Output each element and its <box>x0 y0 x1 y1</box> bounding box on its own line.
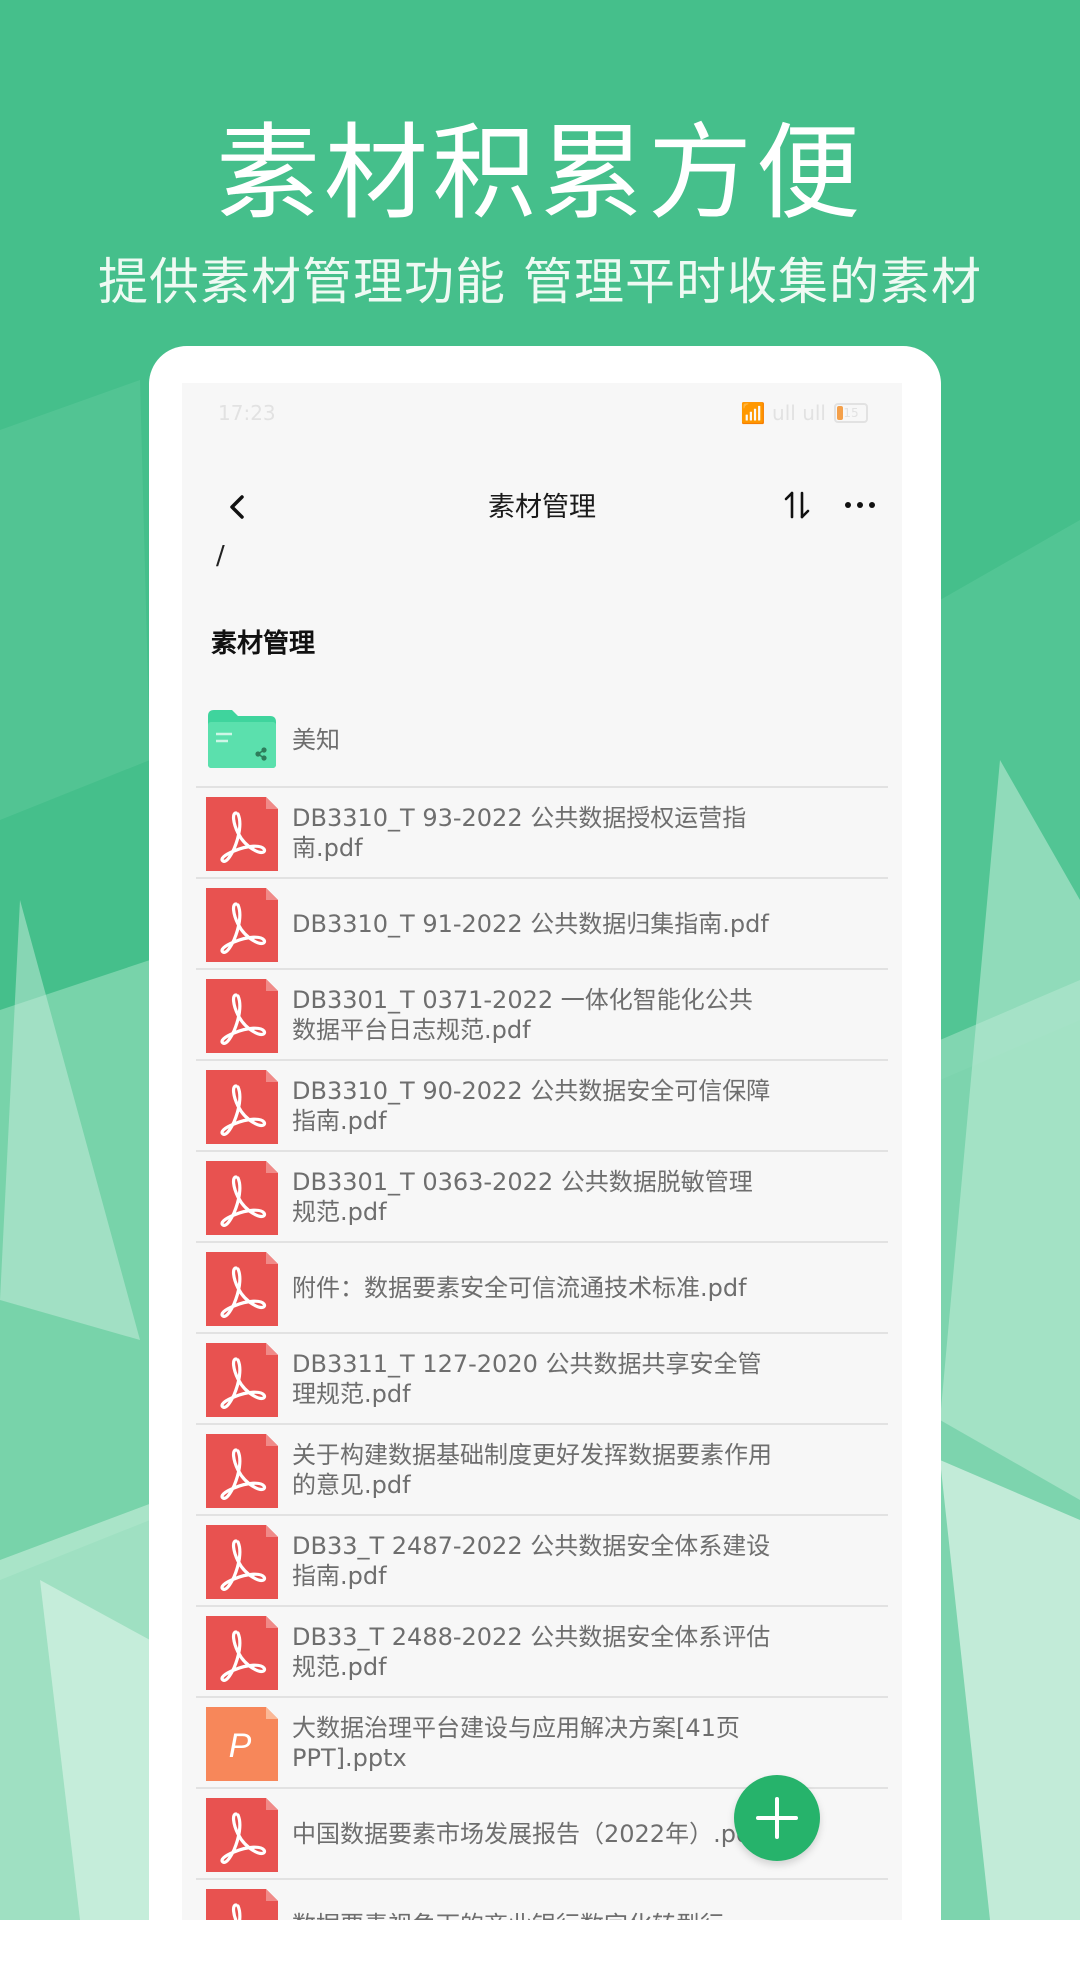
pdf-file-icon <box>206 1434 278 1508</box>
more-button[interactable] <box>838 485 882 525</box>
app-bar: 素材管理 <box>182 465 902 545</box>
pdf-file-icon <box>206 1070 278 1144</box>
folder-icon <box>206 706 278 780</box>
ppt-file-icon: P <box>206 1707 278 1781</box>
breadcrumb[interactable]: / <box>216 541 225 571</box>
file-name: 大数据治理平台建设与应用解决方案[41页PPT].pptx <box>292 1713 740 1772</box>
more-icon <box>845 502 875 508</box>
signal-icon: 📶 ull ull <box>740 401 826 425</box>
app-screen: 17:23 📶 ull ull 15 素材管理 / 素材管理 美知 DB3310… <box>182 383 902 1920</box>
sort-icon <box>784 491 810 519</box>
file-item[interactable]: DB3310_T 90-2022 公共数据安全可信保障指南.pdf <box>196 1061 888 1152</box>
file-item[interactable]: DB33_T 2488-2022 公共数据安全体系评估规范.pdf <box>196 1607 888 1698</box>
file-name: DB33_T 2488-2022 公共数据安全体系评估规范.pdf <box>292 1622 771 1681</box>
file-name: 美知 <box>292 725 340 754</box>
pdf-file-icon <box>206 1616 278 1690</box>
file-name: 关于构建数据基础制度更好发挥数据要素作用的意见.pdf <box>292 1440 772 1499</box>
battery-level: 15 <box>843 406 859 420</box>
file-name: DB3311_T 127-2020 公共数据共享安全管理规范.pdf <box>292 1349 762 1408</box>
file-item[interactable]: DB3301_T 0371-2022 一体化智能化公共数据平台日志规范.pdf <box>196 970 888 1061</box>
file-item[interactable]: DB3310_T 91-2022 公共数据归集指南.pdf <box>196 879 888 970</box>
pdf-file-icon <box>206 1798 278 1872</box>
promo-subline: 提供素材管理功能 管理平时收集的素材 <box>98 253 982 311</box>
sort-button[interactable] <box>778 485 818 525</box>
pdf-file-icon <box>206 1525 278 1599</box>
section-title: 素材管理 <box>211 629 316 659</box>
file-item[interactable]: DB3311_T 127-2020 公共数据共享安全管理规范.pdf <box>196 1334 888 1425</box>
pdf-file-icon <box>206 1252 278 1326</box>
pdf-file-icon <box>206 1343 278 1417</box>
file-name: DB3310_T 91-2022 公共数据归集指南.pdf <box>292 909 769 938</box>
file-item[interactable]: 关于构建数据基础制度更好发挥数据要素作用的意见.pdf <box>196 1425 888 1516</box>
pdf-file-icon <box>206 1889 278 1920</box>
file-name: DB3301_T 0371-2022 一体化智能化公共数据平台日志规范.pdf <box>292 985 753 1044</box>
status-bar: 17:23 📶 ull ull 15 <box>182 383 902 443</box>
file-item[interactable]: 数据要素视角下的商业银行数字化转型行 <box>196 1880 888 1920</box>
pdf-file-icon <box>206 979 278 1053</box>
file-name: 数据要素视角下的商业银行数字化转型行 <box>292 1880 772 1921</box>
file-item[interactable]: DB3301_T 0363-2022 公共数据脱敏管理规范.pdf <box>196 1152 888 1243</box>
file-name: DB3310_T 90-2022 公共数据安全可信保障指南.pdf <box>292 1076 771 1135</box>
file-name: DB3310_T 93-2022 公共数据授权运营指南.pdf <box>292 803 747 862</box>
svg-text:P: P <box>229 1727 252 1765</box>
promo-headline: 素材积累方便 <box>215 112 864 234</box>
folder-item[interactable]: 美知 <box>196 693 888 788</box>
file-name: DB3301_T 0363-2022 公共数据脱敏管理规范.pdf <box>292 1167 753 1226</box>
file-name: DB33_T 2487-2022 公共数据安全体系建设指南.pdf <box>292 1531 771 1590</box>
file-item[interactable]: DB33_T 2487-2022 公共数据安全体系建设指南.pdf <box>196 1516 888 1607</box>
file-item[interactable]: 附件：数据要素安全可信流通技术标准.pdf <box>196 1243 888 1334</box>
pdf-file-icon <box>206 888 278 962</box>
battery-icon: 15 <box>834 403 868 423</box>
file-name: 中国数据要素市场发展报告（2022年）.pdf <box>292 1819 760 1848</box>
status-indicators: 📶 ull ull 15 <box>741 401 868 425</box>
pdf-file-icon <box>206 797 278 871</box>
plus-icon <box>756 1797 798 1839</box>
file-list: 美知 DB3310_T 93-2022 公共数据授权运营指南.pdf DB3310_… <box>196 693 888 1920</box>
status-time: 17:23 <box>218 401 276 425</box>
file-name: 附件：数据要素安全可信流通技术标准.pdf <box>292 1273 747 1302</box>
pdf-file-icon <box>206 1161 278 1235</box>
add-button[interactable] <box>734 1775 820 1861</box>
file-item[interactable]: DB3310_T 93-2022 公共数据授权运营指南.pdf <box>196 788 888 879</box>
